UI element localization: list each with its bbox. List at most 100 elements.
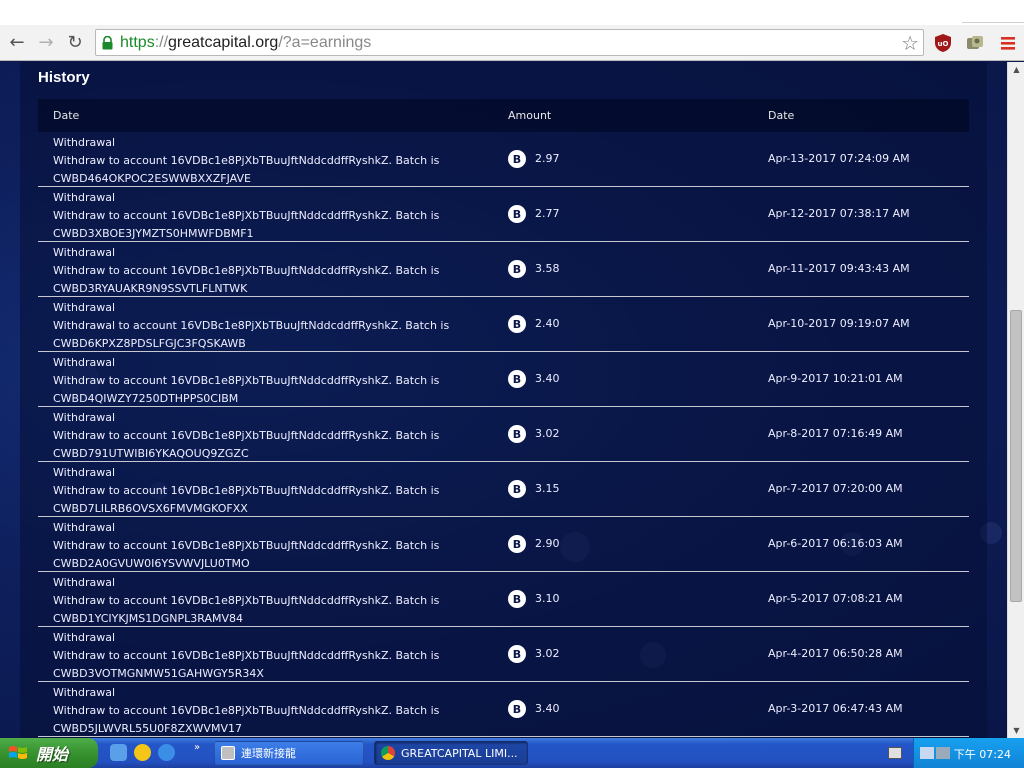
url-text[interactable]: https://greatcapital.org/?a=earnings bbox=[120, 34, 371, 52]
transaction-date: Apr-13-2017 07:24:09 AM bbox=[768, 152, 910, 165]
transaction-description: Withdrawal Withdrawal to account 16VDBc1e… bbox=[53, 299, 493, 353]
chrome-icon bbox=[381, 746, 395, 760]
messenger-smiley-icon[interactable] bbox=[134, 744, 151, 761]
column-header-date-time: Date bbox=[768, 109, 795, 122]
transaction-amount: 2.77 bbox=[535, 207, 560, 220]
windows-flag-icon bbox=[9, 746, 27, 759]
bitcoin-icon: B bbox=[508, 370, 526, 388]
transaction-detail: Withdraw to account 16VDBc1e8PjXbTBuuJft… bbox=[53, 429, 440, 442]
transaction-amount: 2.40 bbox=[535, 317, 560, 330]
transaction-description: Withdrawal Withdraw to account 16VDBc1e8P… bbox=[53, 464, 493, 518]
transaction-date: Apr-4-2017 06:50:28 AM bbox=[768, 647, 903, 660]
transaction-description: Withdrawal Withdraw to account 16VDBc1e8P… bbox=[53, 519, 493, 573]
internet-explorer-icon[interactable] bbox=[158, 744, 175, 761]
address-bar[interactable]: https://greatcapital.org/?a=earnings ☆ bbox=[95, 29, 924, 56]
transaction-batch: CWBD3VOTMGNMW51GAHWGY5R34X bbox=[53, 667, 264, 680]
transaction-description: Withdrawal Withdraw to account 16VDBc1e8P… bbox=[53, 409, 493, 463]
transaction-type: Withdrawal bbox=[53, 576, 116, 589]
transaction-type: Withdrawal bbox=[53, 301, 116, 314]
lock-icon bbox=[102, 36, 113, 50]
table-row: Withdrawal Withdraw to account 16VDBc1e8P… bbox=[38, 407, 969, 462]
transaction-amount: 3.02 bbox=[535, 427, 560, 440]
start-button[interactable]: 開始 bbox=[0, 738, 98, 768]
scrollbar-thumb[interactable] bbox=[1010, 310, 1022, 602]
bitcoin-icon: B bbox=[508, 260, 526, 278]
bitcoin-icon: B bbox=[508, 315, 526, 333]
transaction-type: Withdrawal bbox=[53, 356, 116, 369]
transaction-amount: 3.58 bbox=[535, 262, 560, 275]
transaction-detail: Withdraw to account 16VDBc1e8PjXbTBuuJft… bbox=[53, 704, 440, 717]
show-desktop-icon[interactable] bbox=[110, 744, 127, 761]
transaction-description: Withdrawal Withdraw to account 16VDBc1e8P… bbox=[53, 244, 493, 298]
transaction-detail: Withdraw to account 16VDBc1e8PjXbTBuuJft… bbox=[53, 264, 440, 277]
menu-icon[interactable] bbox=[998, 33, 1018, 53]
transaction-date: Apr-7-2017 07:20:00 AM bbox=[768, 482, 903, 495]
taskbar-item-chrome[interactable]: GREATCAPITAL LIMI... bbox=[374, 741, 528, 765]
transaction-detail: Withdraw to account 16VDBc1e8PjXbTBuuJft… bbox=[53, 154, 440, 167]
transaction-detail: Withdraw to account 16VDBc1e8PjXbTBuuJft… bbox=[53, 484, 440, 497]
taskbar: 開始 » 連環新接龍 GREATCAPITAL LIMI... 下午 07:24 bbox=[0, 738, 1024, 768]
cards-icon bbox=[221, 746, 235, 760]
taskbar-item-solitaire[interactable]: 連環新接龍 bbox=[214, 741, 364, 765]
keyboard-icon[interactable] bbox=[888, 747, 902, 759]
extension-icon[interactable] bbox=[965, 33, 985, 53]
transaction-amount: 3.15 bbox=[535, 482, 560, 495]
transaction-description: Withdrawal Withdraw to account 16VDBc1e8P… bbox=[53, 629, 493, 683]
transaction-description: Withdrawal Withdraw to account 16VDBc1e8P… bbox=[53, 684, 493, 738]
forward-arrow-icon[interactable]: → bbox=[35, 31, 57, 53]
quick-launch-more-icon[interactable]: » bbox=[194, 742, 200, 753]
transaction-amount: 3.40 bbox=[535, 372, 560, 385]
reload-icon[interactable]: ↻ bbox=[64, 31, 86, 53]
bitcoin-icon: B bbox=[508, 645, 526, 663]
back-arrow-icon[interactable]: ← bbox=[6, 31, 28, 53]
transaction-amount: 3.10 bbox=[535, 592, 560, 605]
vertical-scrollbar[interactable]: ▲ ▼ bbox=[1007, 62, 1024, 738]
transaction-date: Apr-3-2017 06:47:43 AM bbox=[768, 702, 903, 715]
scroll-up-arrow-icon[interactable]: ▲ bbox=[1008, 62, 1024, 77]
transaction-batch: CWBD1YCIYKJMS1DGNPL3RAMV84 bbox=[53, 612, 243, 625]
star-icon[interactable]: ☆ bbox=[901, 32, 919, 54]
scroll-down-arrow-icon[interactable]: ▼ bbox=[1008, 723, 1024, 738]
table-row: Withdrawal Withdraw to account 16VDBc1e8P… bbox=[38, 627, 969, 682]
ublock-icon[interactable]: uO bbox=[933, 33, 953, 53]
transaction-date: Apr-8-2017 07:16:49 AM bbox=[768, 427, 903, 440]
transaction-batch: CWBD7LILRB6OVSX6FMVMGKOFXX bbox=[53, 502, 248, 515]
clock: 下午 07:24 bbox=[953, 748, 1011, 761]
transaction-batch: CWBD5JLWVRL55U0F8ZXWVMV17 bbox=[53, 722, 242, 735]
start-label: 開始 bbox=[36, 745, 69, 764]
transaction-batch: CWBD6KPXZ8PDSLFGJC3FQSKAWB bbox=[53, 337, 246, 350]
transaction-batch: CWBD3RYAUAKR9N9SSVTLFLNTWK bbox=[53, 282, 248, 295]
table-row: Withdrawal Withdraw to account 16VDBc1e8P… bbox=[38, 517, 969, 572]
taskbar-item-label: 連環新接龍 bbox=[241, 747, 296, 760]
table-header: Date Amount Date bbox=[38, 99, 969, 132]
column-header-amount: Amount bbox=[508, 109, 552, 122]
transaction-batch: CWBD3XBOE3JYMZTS0HMWFDBMF1 bbox=[53, 227, 254, 240]
bitcoin-icon: B bbox=[508, 425, 526, 443]
transaction-description: Withdrawal Withdraw to account 16VDBc1e8P… bbox=[53, 134, 493, 188]
table-body: Withdrawal Withdraw to account 16VDBc1e8P… bbox=[38, 132, 969, 737]
transaction-detail: Withdraw to account 16VDBc1e8PjXbTBuuJft… bbox=[53, 209, 440, 222]
transaction-amount: 3.02 bbox=[535, 647, 560, 660]
transaction-detail: Withdraw to account 16VDBc1e8PjXbTBuuJft… bbox=[53, 539, 440, 552]
bitcoin-icon: B bbox=[508, 590, 526, 608]
transaction-date: Apr-11-2017 09:43:43 AM bbox=[768, 262, 910, 275]
transaction-batch: CWBD2A0GVUW0I6YSVWVJLU0TMO bbox=[53, 557, 250, 570]
column-header-date: Date bbox=[53, 109, 80, 122]
tray-expand-icon[interactable] bbox=[920, 747, 934, 759]
transaction-amount: 2.90 bbox=[535, 537, 560, 550]
transaction-date: Apr-6-2017 06:16:03 AM bbox=[768, 537, 903, 550]
transaction-type: Withdrawal bbox=[53, 411, 116, 424]
bitcoin-icon: B bbox=[508, 480, 526, 498]
bitcoin-icon: B bbox=[508, 150, 526, 168]
transaction-detail: Withdrawal to account 16VDBc1e8PjXbTBuuJ… bbox=[53, 319, 450, 332]
transaction-date: Apr-10-2017 09:19:07 AM bbox=[768, 317, 910, 330]
transaction-type: Withdrawal bbox=[53, 686, 116, 699]
transaction-date: Apr-9-2017 10:21:01 AM bbox=[768, 372, 903, 385]
url-scheme: https bbox=[120, 34, 155, 51]
network-icon[interactable] bbox=[936, 747, 950, 759]
table-row: Withdrawal Withdraw to account 16VDBc1e8P… bbox=[38, 352, 969, 407]
url-host: greatcapital.org bbox=[168, 34, 279, 51]
table-row: Withdrawal Withdraw to account 16VDBc1e8P… bbox=[38, 572, 969, 627]
transaction-type: Withdrawal bbox=[53, 466, 116, 479]
transaction-type: Withdrawal bbox=[53, 521, 116, 534]
